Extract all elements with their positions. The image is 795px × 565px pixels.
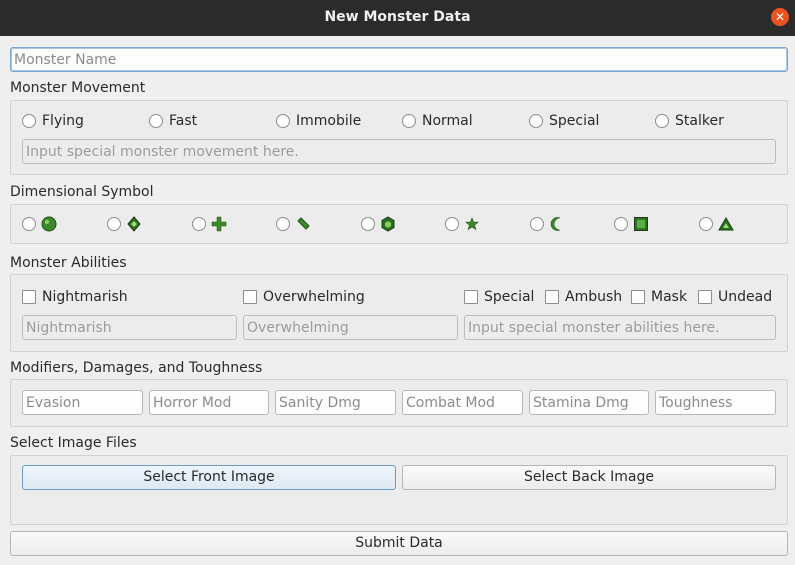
radio-button[interactable]: [22, 217, 36, 231]
radio-label: Immobile: [296, 113, 362, 129]
radio-button[interactable]: [149, 114, 163, 128]
checkbox-label: Ambush: [565, 289, 623, 305]
crescent-symbol-icon: [550, 217, 561, 231]
triangle-symbol-icon: [718, 217, 734, 231]
checkbox-label: Overwhelming: [263, 289, 365, 305]
title-bar: New Monster Data ✕: [0, 0, 795, 36]
symbol-option-diamond[interactable]: [107, 214, 142, 234]
check-ambush[interactable]: Ambush: [545, 287, 622, 307]
abilities-label: Monster Abilities: [10, 255, 127, 271]
horror-mod-input[interactable]: [149, 390, 269, 415]
symbol-option-cross[interactable]: [192, 214, 227, 234]
stamina-dmg-input[interactable]: [529, 390, 649, 415]
images-label: Select Image Files: [10, 435, 137, 451]
radio-flying[interactable]: Flying: [22, 111, 84, 131]
dimensional-label: Dimensional Symbol: [10, 184, 154, 200]
radio-button[interactable]: [402, 114, 416, 128]
checkbox-label: Undead: [718, 289, 773, 305]
radio-button[interactable]: [276, 217, 290, 231]
check-special[interactable]: Special: [464, 287, 534, 307]
checkbox[interactable]: [464, 290, 478, 304]
radio-label: Normal: [422, 113, 473, 129]
check-nightmarish[interactable]: Nightmarish: [22, 287, 128, 307]
symbol-option-hexagon[interactable]: [361, 214, 396, 234]
radio-button[interactable]: [445, 217, 459, 231]
radio-button[interactable]: [22, 114, 36, 128]
radio-button[interactable]: [276, 114, 290, 128]
movement-label: Monster Movement: [10, 80, 146, 96]
nightmarish-input[interactable]: [22, 315, 237, 340]
modifiers-label: Modifiers, Damages, and Toughness: [10, 360, 263, 376]
radio-button[interactable]: [530, 217, 544, 231]
radio-immobile[interactable]: Immobile: [276, 111, 361, 131]
symbol-option-slash[interactable]: [276, 214, 311, 234]
checkbox-label: Nightmarish: [42, 289, 128, 305]
radio-label: Stalker: [675, 113, 724, 129]
star-symbol-icon: [465, 217, 479, 231]
radio-button[interactable]: [614, 217, 628, 231]
check-overwhelming[interactable]: Overwhelming: [243, 287, 365, 307]
overwhelming-input[interactable]: [243, 315, 458, 340]
symbol-option-triangle[interactable]: [699, 214, 734, 234]
check-undead[interactable]: Undead: [698, 287, 772, 307]
window-title: New Monster Data: [324, 9, 471, 25]
checkbox-label: Special: [484, 289, 535, 305]
sanity-dmg-input[interactable]: [275, 390, 396, 415]
symbol-option-square[interactable]: [614, 214, 649, 234]
symbol-option-circle[interactable]: [22, 214, 57, 234]
radio-label: Fast: [169, 113, 198, 129]
abilities-group: [10, 274, 788, 352]
checkbox[interactable]: [631, 290, 645, 304]
submit-data-button[interactable]: Submit Data: [10, 531, 788, 556]
radio-fast[interactable]: Fast: [149, 111, 197, 131]
radio-button[interactable]: [655, 114, 669, 128]
radio-normal[interactable]: Normal: [402, 111, 473, 131]
checkbox-label: Mask: [651, 289, 688, 305]
cross-symbol-icon: [211, 216, 227, 232]
check-mask[interactable]: Mask: [631, 287, 687, 307]
close-icon[interactable]: ✕: [771, 8, 789, 26]
radio-button[interactable]: [699, 217, 713, 231]
radio-label: Flying: [42, 113, 84, 129]
hexagon-symbol-icon: [381, 216, 395, 232]
square-symbol-icon: [634, 217, 648, 231]
monster-name-input[interactable]: [10, 47, 788, 72]
radio-button[interactable]: [529, 114, 543, 128]
radio-label: Special: [549, 113, 600, 129]
toughness-input[interactable]: [655, 390, 776, 415]
select-front-image-button[interactable]: Select Front Image: [22, 465, 396, 490]
checkbox[interactable]: [243, 290, 257, 304]
evasion-input[interactable]: [22, 390, 143, 415]
checkbox[interactable]: [545, 290, 559, 304]
slash-symbol-icon: [297, 217, 310, 230]
checkbox[interactable]: [22, 290, 36, 304]
radio-button[interactable]: [192, 217, 206, 231]
circle-symbol-icon: [41, 216, 57, 232]
special-abilities-input[interactable]: [464, 315, 776, 340]
radio-stalker[interactable]: Stalker: [655, 111, 724, 131]
radio-special[interactable]: Special: [529, 111, 599, 131]
diamond-symbol-icon: [127, 216, 141, 232]
symbol-option-crescent[interactable]: [530, 214, 565, 234]
special-movement-input[interactable]: [22, 139, 776, 164]
combat-mod-input[interactable]: [402, 390, 523, 415]
radio-button[interactable]: [361, 217, 375, 231]
checkbox[interactable]: [698, 290, 712, 304]
select-back-image-button[interactable]: Select Back Image: [402, 465, 776, 490]
symbol-option-star[interactable]: [445, 214, 480, 234]
radio-button[interactable]: [107, 217, 121, 231]
